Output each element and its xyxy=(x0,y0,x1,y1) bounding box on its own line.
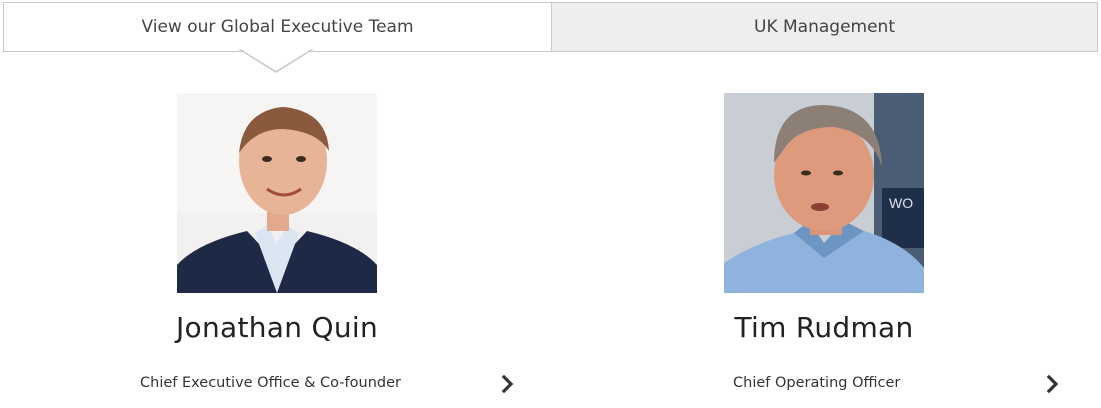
member-role: Chief Executive Office & Co-founder xyxy=(140,375,401,391)
profile-photo: WO xyxy=(724,93,924,293)
svg-text:WO: WO xyxy=(889,195,913,211)
team-tabs: View our Global Executive Team UK Manage… xyxy=(3,2,1098,52)
tab-global-executive-team[interactable]: View our Global Executive Team xyxy=(3,2,552,52)
tab-uk-label: UK Management xyxy=(754,17,895,37)
profile-photo xyxy=(177,93,377,293)
member-name: Jonathan Quin xyxy=(175,311,379,344)
chevron-right-icon[interactable] xyxy=(501,374,515,394)
tab-global-label: View our Global Executive Team xyxy=(141,17,414,37)
chevron-right-icon[interactable] xyxy=(1046,374,1060,394)
member-name: Tim Rudman xyxy=(734,311,914,344)
tab-uk-management[interactable]: UK Management xyxy=(552,2,1098,52)
member-role: Chief Operating Officer xyxy=(733,375,901,391)
